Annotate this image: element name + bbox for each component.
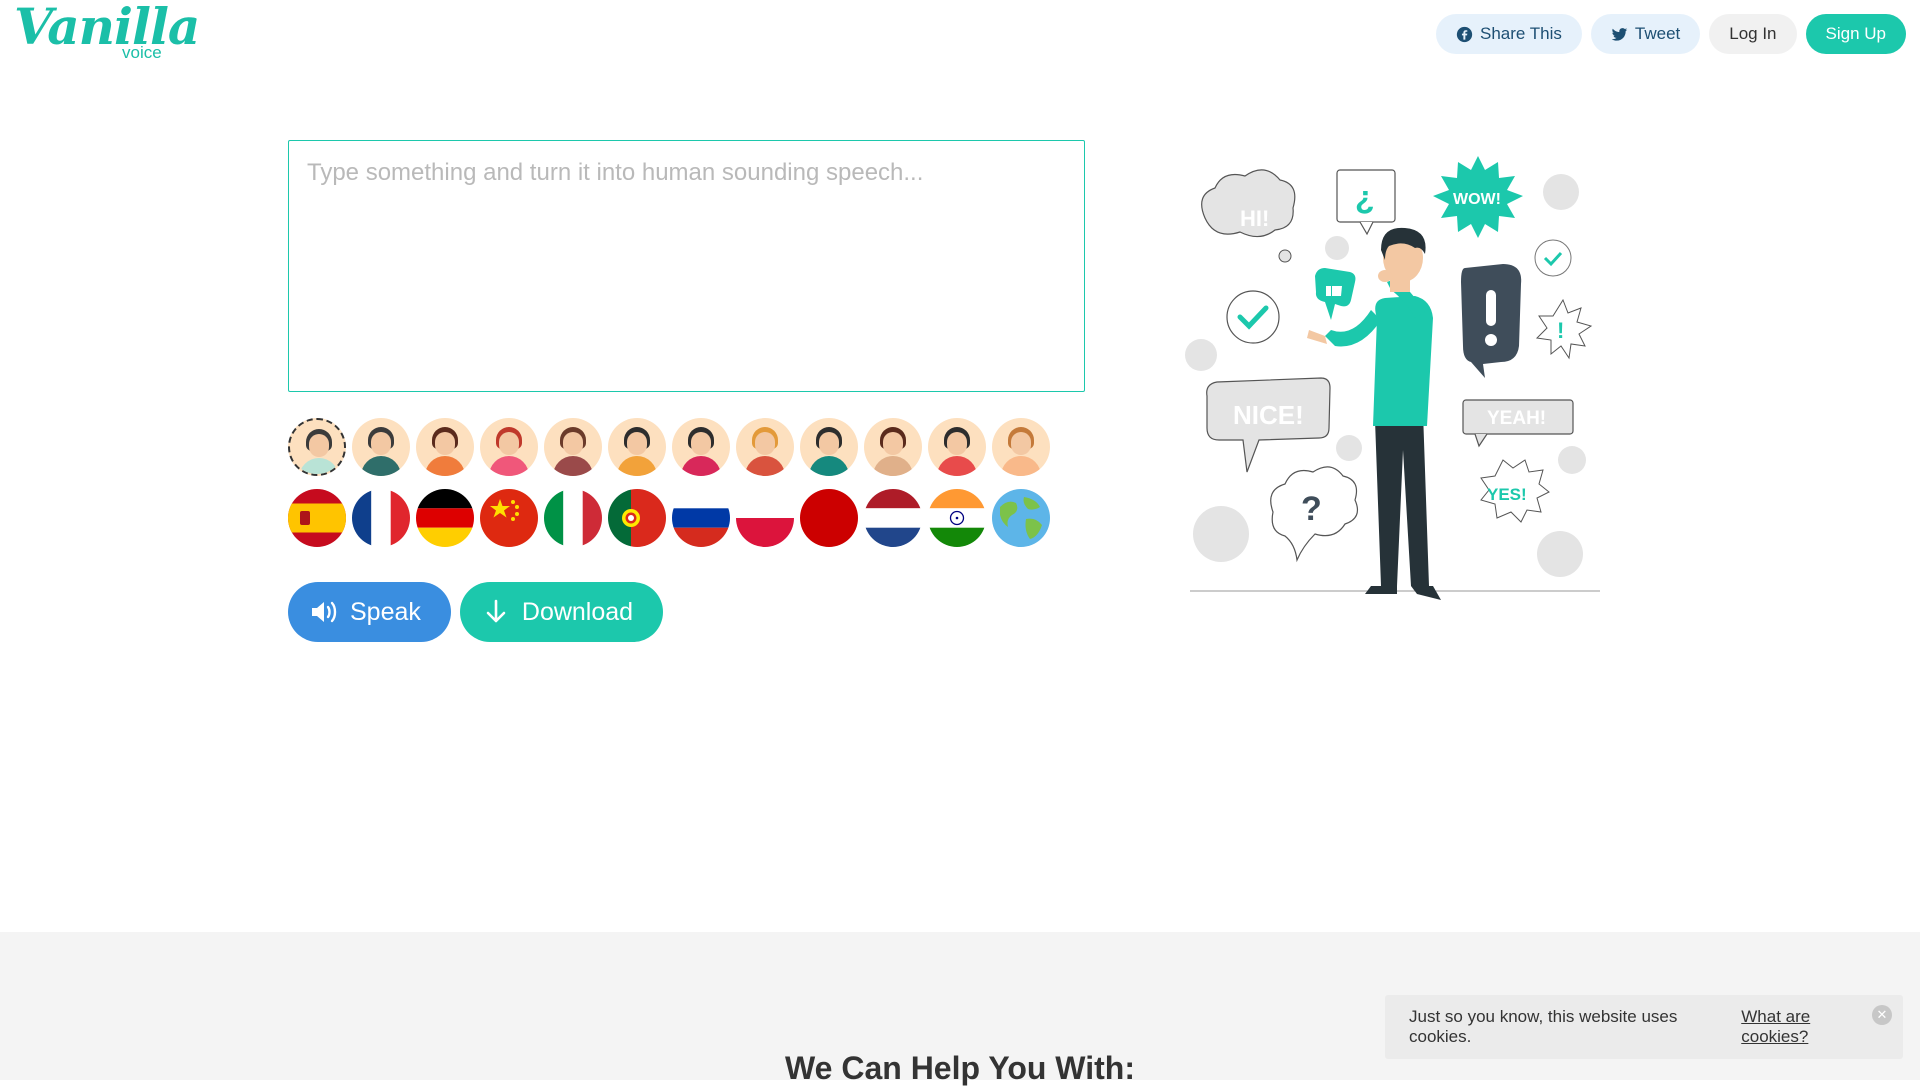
download-label: Download [521,597,634,626]
india-flag-icon[interactable] [928,489,986,547]
avatar-body [489,456,529,476]
avatar-face [371,432,391,455]
yes-text: YES! [1487,485,1527,504]
nice-text: NICE! [1233,400,1304,430]
question-cloud: ? [1270,466,1358,563]
voice-avatar-3[interactable] [416,418,474,476]
action-buttons: Speak Download [288,582,664,642]
exclamation-bubble [1461,264,1522,378]
voice-avatar-2[interactable] [352,418,410,476]
avatar-face [947,432,967,455]
italy-flag-icon[interactable] [544,489,602,547]
wow-burst: WOW! [1433,156,1523,238]
exclaim-text: ! [1557,318,1564,343]
avatar-face [435,432,455,455]
avatar-face [563,432,583,455]
inverted-question-text: ¿ [1355,179,1375,215]
speak-label: Speak [350,597,421,626]
voice-avatar-6[interactable] [608,418,666,476]
nice-speech-bubble: NICE! [1206,377,1331,473]
voice-avatar-7[interactable] [672,418,730,476]
yes-burst: YES! [1480,459,1550,523]
world-globe-icon[interactable] [992,489,1050,547]
avatar-body [937,456,977,476]
thinking-man-illustration: HI! ¿ WOW! ! NICE! YEAH! YES! ? [1185,156,1600,600]
share-button[interactable]: Share This [1435,14,1582,54]
germany-flag-icon[interactable] [416,489,474,547]
avatar-face [883,432,903,455]
signup-label: Sign Up [1825,24,1886,43]
share-label: Share This [1479,24,1562,43]
logo-script: Vanilla [14,0,200,56]
avatar-body [809,456,849,476]
close-icon[interactable]: ✕ [1872,1005,1892,1025]
japan-flag-icon[interactable] [800,489,858,547]
voice-avatar-9[interactable] [800,418,858,476]
france-flag-icon[interactable] [352,489,410,547]
avatar-body [745,456,785,476]
voice-avatar-4[interactable] [480,418,538,476]
voice-avatar-10[interactable] [864,418,922,476]
download-button[interactable]: Download [459,582,664,642]
avatar-body [873,456,913,476]
avatar-body [553,456,593,476]
language-selector [288,489,1050,547]
login-label: Log In [1729,24,1777,43]
facebook-icon [1456,26,1473,42]
speak-button[interactable]: Speak [288,582,451,642]
login-button[interactable]: Log In [1709,14,1797,54]
avatar-body [361,456,401,476]
avatar-face [1011,432,1031,455]
voice-avatar-12[interactable] [992,418,1050,476]
voice-selector [288,418,1050,476]
china-flag-icon[interactable] [480,489,538,547]
russia-flag-icon[interactable] [672,489,730,547]
speech-text-input[interactable] [288,140,1085,392]
avatar-body [1001,456,1041,476]
arrow-down-icon [486,599,506,623]
poland-flag-icon[interactable] [736,489,794,547]
avatar-body [617,456,657,476]
avatar-face [755,432,775,455]
spain-flag-icon[interactable] [288,489,346,547]
logo-sub: voice [122,43,162,62]
netherlands-flag-icon[interactable] [864,489,922,547]
yeah-text: YEAH! [1487,408,1546,429]
inverted-question-bubble: ¿ [1336,169,1396,236]
wow-text: WOW! [1453,191,1501,208]
signup-button[interactable]: Sign Up [1805,14,1906,54]
thumbs-up-bubble [1315,268,1356,320]
avatar-face [499,432,519,455]
speaker-icon [312,601,337,623]
cookie-banner: Just so you know, this website uses cook… [1385,995,1903,1059]
hi-text: HI! [1240,206,1269,231]
vanilla-voice-logo[interactable]: Vanilla voice [14,2,200,62]
avatar-face [691,432,711,455]
twitter-icon [1611,27,1628,41]
voice-avatar-1[interactable] [288,418,346,476]
avatar-body [425,456,465,476]
avatar-body [681,456,721,476]
yeah-speech-bubble: YEAH! [1462,399,1574,448]
voice-avatar-5[interactable] [544,418,602,476]
avatar-face [309,434,329,457]
tweet-label: Tweet [1634,24,1681,43]
portugal-flag-icon[interactable] [608,489,666,547]
voice-avatar-11[interactable] [928,418,986,476]
hi-speech-bubble: HI! [1201,169,1296,263]
voice-avatar-8[interactable] [736,418,794,476]
question-text: ? [1301,490,1322,528]
top-nav: Share This Tweet Log In Sign Up [1435,14,1906,54]
avatar-body [299,458,339,474]
avatar-face [627,432,647,455]
cookie-text: Just so you know, this website uses cook… [1409,1007,1678,1046]
tweet-button[interactable]: Tweet [1590,14,1701,54]
cookie-info-link[interactable]: What are cookies? [1741,1007,1879,1047]
avatar-face [819,432,839,455]
